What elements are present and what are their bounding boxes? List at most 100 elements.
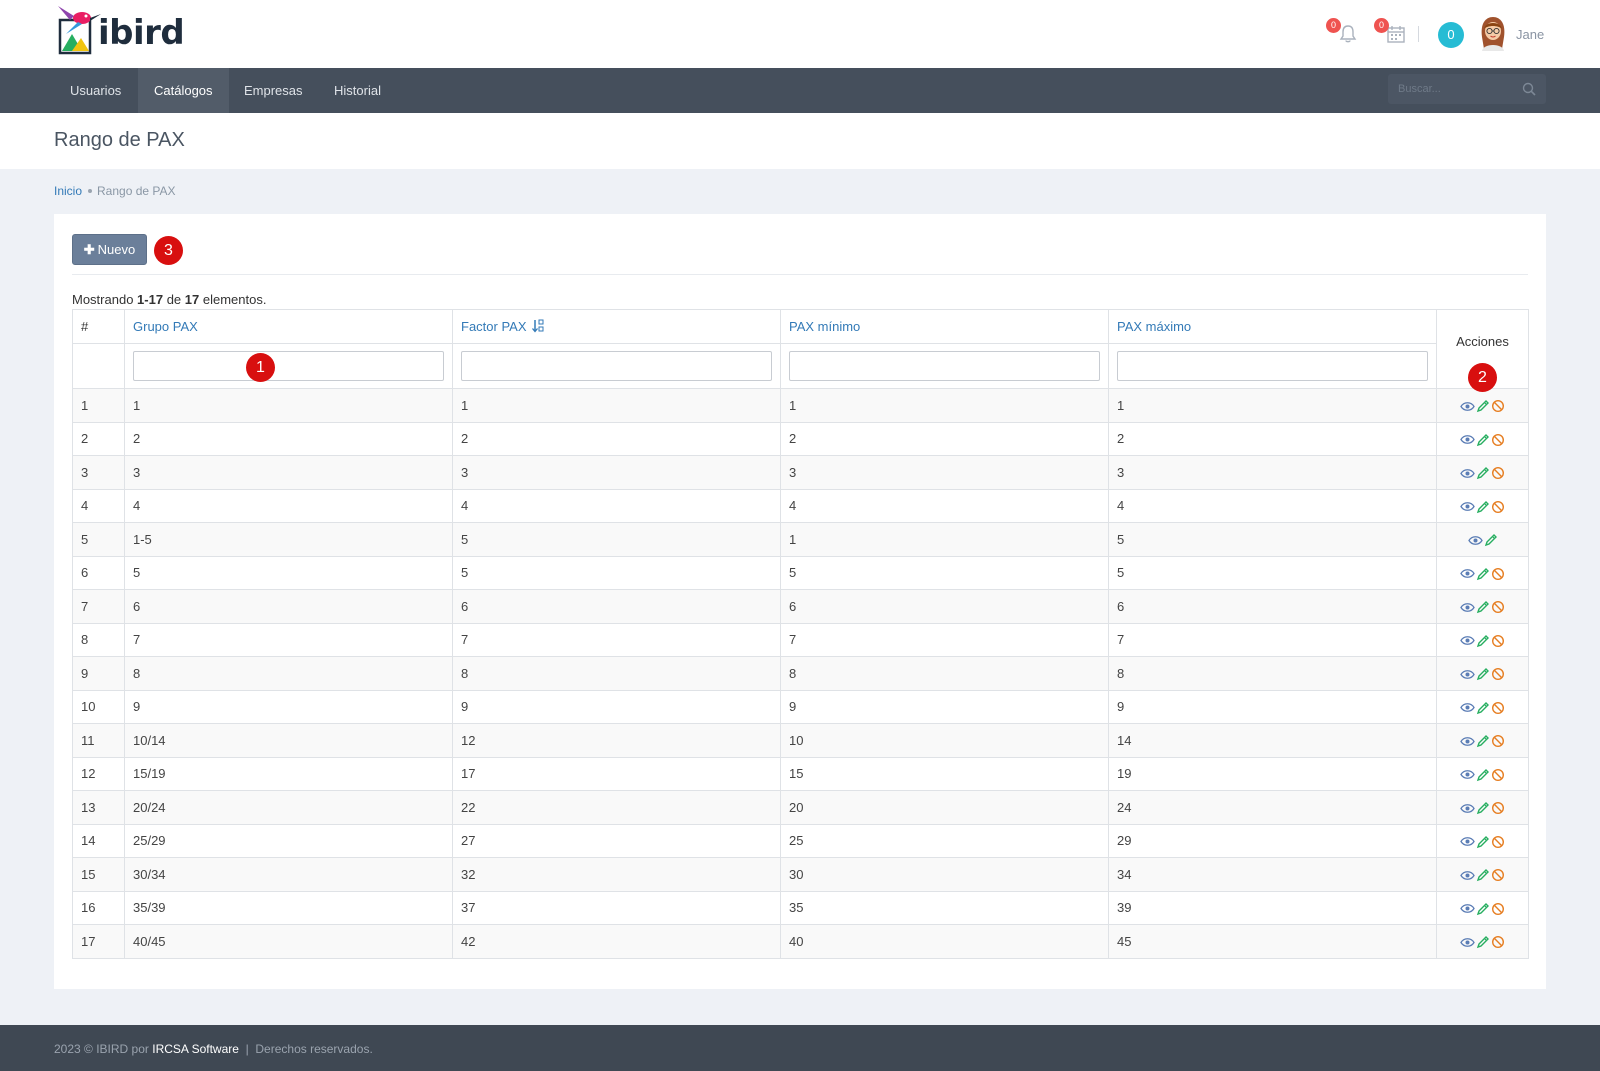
breadcrumb-separator — [88, 188, 93, 193]
table-row: 12 15/19 17 15 19 — [72, 756, 1529, 791]
nav-item-empresas[interactable]: Empresas — [228, 68, 319, 113]
nav-item-catalogos[interactable]: Catálogos — [138, 68, 229, 113]
table-body: 1 1 1 1 1 2 2 2 2 2 3 3 3 3 3 4 4 4 4 4 5 1-5 5 1 5 6 5 5 5 5 7 6 6 6 6 8 7 7… — [72, 388, 1529, 959]
ban-icon[interactable] — [1491, 433, 1505, 447]
ban-icon[interactable] — [1491, 701, 1505, 715]
ban-icon[interactable] — [1491, 768, 1505, 782]
eye-icon[interactable] — [1460, 803, 1475, 814]
table-row: 76666 — [72, 589, 1529, 624]
eye-icon[interactable] — [1460, 903, 1475, 914]
filter-cell — [780, 343, 1109, 389]
pencil-icon[interactable] — [1476, 768, 1490, 782]
nav-item-usuarios[interactable]: Usuarios — [54, 68, 137, 113]
pencil-icon[interactable] — [1476, 835, 1490, 849]
eye-icon[interactable] — [1460, 468, 1475, 479]
ban-icon[interactable] — [1491, 935, 1505, 949]
eye-icon[interactable] — [1460, 602, 1475, 613]
eye-icon[interactable] — [1460, 401, 1475, 412]
nav-item-historial[interactable]: Historial — [318, 68, 397, 113]
eye-icon[interactable] — [1467, 535, 1483, 546]
cell-grupo: 8 — [124, 656, 453, 691]
column-header-label: PAX mínimo — [789, 319, 861, 334]
ban-icon[interactable] — [1491, 801, 1505, 815]
filter-grupo-pax-input[interactable] — [133, 351, 444, 381]
search-input[interactable] — [1388, 74, 1508, 104]
content-card: ✚ Nuevo 3 Mostrando 1-17 de 17 elementos.… — [54, 214, 1546, 989]
pencil-icon[interactable] — [1476, 935, 1490, 949]
table-row: 65555 — [72, 555, 1529, 590]
footer-company-link[interactable]: IRCSA Software — [152, 1042, 239, 1056]
row-actions — [1436, 522, 1529, 557]
ban-icon[interactable] — [1491, 500, 1505, 514]
cell-num: 4 — [72, 488, 125, 523]
eye-icon[interactable] — [1460, 434, 1475, 445]
cell-factor: 7 — [452, 622, 781, 657]
eye-icon[interactable] — [1460, 501, 1475, 512]
ban-icon[interactable] — [1491, 634, 1505, 648]
cell-min: 10 — [780, 723, 1109, 758]
pencil-icon[interactable] — [1476, 567, 1490, 581]
cell-min: 1 — [780, 522, 1109, 557]
app-logo[interactable]: ibird — [56, 4, 185, 56]
filter-pax-minimo-input[interactable] — [789, 351, 1100, 381]
pencil-icon[interactable] — [1476, 500, 1490, 514]
eye-icon[interactable] — [1460, 769, 1475, 780]
ban-icon[interactable] — [1491, 868, 1505, 882]
cell-factor: 5 — [452, 522, 781, 557]
column-header-pax-maximo[interactable]: PAX máximo — [1108, 309, 1437, 344]
footer-text: 2023 © IBIRD por IRCSA Software | Derech… — [54, 1042, 373, 1056]
pencil-icon[interactable] — [1476, 667, 1490, 681]
cell-max: 19 — [1108, 756, 1437, 791]
ban-icon[interactable] — [1491, 734, 1505, 748]
eye-icon[interactable] — [1460, 568, 1475, 579]
eye-icon[interactable] — [1460, 635, 1475, 646]
breadcrumb-home[interactable]: Inicio — [54, 184, 82, 198]
eye-icon[interactable] — [1460, 669, 1475, 680]
eye-icon[interactable] — [1460, 870, 1475, 881]
cell-max: 1 — [1108, 388, 1437, 423]
column-header-grupo-pax[interactable]: Grupo PAX — [124, 309, 453, 344]
user-name[interactable]: Jane — [1516, 27, 1544, 42]
eye-icon[interactable] — [1460, 836, 1475, 847]
cell-grupo: 3 — [124, 455, 453, 490]
cell-factor: 12 — [452, 723, 781, 758]
ban-icon[interactable] — [1491, 399, 1505, 413]
search-icon[interactable] — [1522, 82, 1536, 96]
eye-icon[interactable] — [1460, 702, 1475, 713]
filter-pax-maximo-input[interactable] — [1117, 351, 1428, 381]
pencil-icon[interactable] — [1476, 466, 1490, 480]
ban-icon[interactable] — [1491, 567, 1505, 581]
pencil-icon[interactable] — [1476, 634, 1490, 648]
pencil-icon[interactable] — [1476, 902, 1490, 916]
pencil-icon[interactable] — [1476, 868, 1490, 882]
ban-icon[interactable] — [1491, 835, 1505, 849]
ban-icon[interactable] — [1491, 667, 1505, 681]
pencil-icon[interactable] — [1476, 801, 1490, 815]
ban-icon[interactable] — [1491, 466, 1505, 480]
avatar[interactable] — [1476, 15, 1510, 51]
pencil-icon[interactable] — [1476, 600, 1490, 614]
cell-grupo: 25/29 — [124, 823, 453, 858]
user-count-badge[interactable]: 0 — [1438, 22, 1464, 48]
eye-icon[interactable] — [1460, 937, 1475, 948]
pencil-icon[interactable] — [1476, 734, 1490, 748]
pencil-icon[interactable] — [1476, 433, 1490, 447]
pencil-icon[interactable] — [1484, 533, 1498, 547]
cell-max: 5 — [1108, 555, 1437, 590]
row-actions — [1436, 555, 1529, 590]
notifications-button[interactable]: 0 — [1326, 18, 1360, 46]
filter-factor-pax-input[interactable] — [461, 351, 772, 381]
column-header-factor-pax[interactable]: Factor PAX — [452, 309, 781, 344]
cell-num: 9 — [72, 656, 125, 691]
cell-num: 12 — [72, 756, 125, 791]
cell-grupo: 35/39 — [124, 890, 453, 925]
pencil-icon[interactable] — [1476, 701, 1490, 715]
calendar-button[interactable]: 0 — [1374, 18, 1408, 46]
ban-icon[interactable] — [1491, 902, 1505, 916]
column-header-pax-minimo[interactable]: PAX mínimo — [780, 309, 1109, 344]
cell-num: 17 — [72, 924, 125, 959]
ban-icon[interactable] — [1491, 600, 1505, 614]
pencil-icon[interactable] — [1476, 399, 1490, 413]
new-button[interactable]: ✚ Nuevo — [72, 234, 147, 265]
eye-icon[interactable] — [1460, 736, 1475, 747]
